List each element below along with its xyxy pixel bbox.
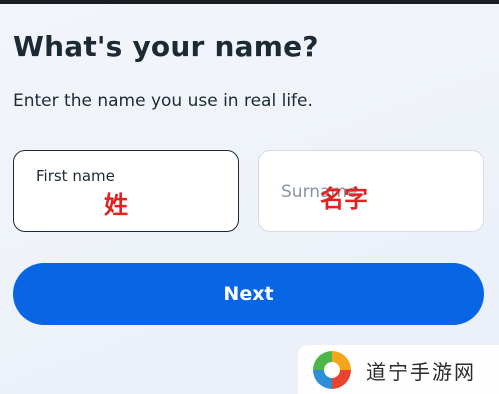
first-name-field[interactable]: First name 姓 bbox=[13, 150, 239, 232]
page-subtitle: Enter the name you use in real life. bbox=[13, 91, 313, 111]
surname-field[interactable]: Surname 名字 bbox=[258, 150, 484, 232]
watermark-text: 道宁手游网 bbox=[366, 360, 476, 384]
watermark: 道宁手游网 bbox=[298, 345, 499, 394]
first-name-annotation: 姓 bbox=[104, 191, 128, 219]
status-bar-edge bbox=[0, 0, 499, 4]
next-button[interactable]: Next bbox=[13, 263, 484, 325]
page-title: What's your name? bbox=[13, 30, 319, 63]
first-name-label: First name bbox=[36, 167, 115, 185]
site-logo-icon bbox=[313, 351, 351, 389]
surname-annotation: 名字 bbox=[320, 185, 368, 213]
